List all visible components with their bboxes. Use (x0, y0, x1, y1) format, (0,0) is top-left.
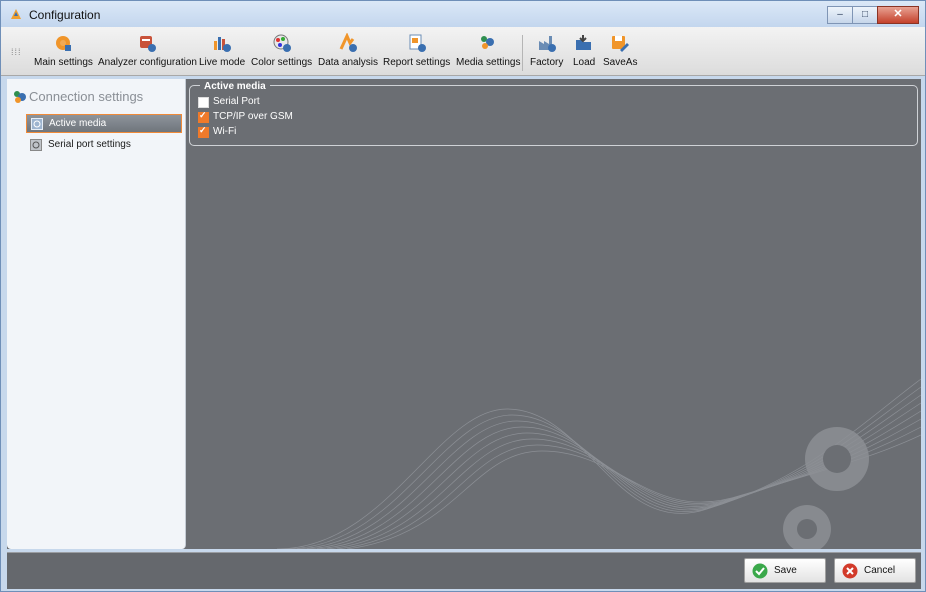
cancel-button[interactable]: Cancel (834, 558, 916, 583)
toolbar: ⁞⁞⁞ Main settings Analyzer configuration… (1, 27, 925, 76)
checkbox-label: TCP/IP over GSM (213, 111, 293, 122)
load-button[interactable]: Load (573, 31, 595, 68)
load-label: Load (573, 57, 596, 68)
live-mode-button[interactable]: Live mode (199, 31, 245, 68)
analyzer-configuration-label: Analyzer configuration (98, 57, 197, 68)
live-mode-label: Live mode (199, 57, 246, 68)
media-icon (481, 36, 495, 49)
active-media-icon (31, 118, 43, 130)
close-button[interactable]: ✕ (877, 6, 919, 24)
save-as-button[interactable]: SaveAs (603, 31, 637, 68)
main-settings-label: Main settings (34, 57, 93, 68)
sidebar: Connection settings Active media Serial … (7, 79, 186, 549)
factory-label: Factory (530, 57, 564, 68)
window-controls: – □ ✕ (827, 6, 919, 24)
data-analysis-icon (339, 33, 358, 52)
checkbox-box[interactable] (198, 110, 209, 123)
maximize-button[interactable]: □ (852, 6, 878, 24)
sidebar-item-serial-port-settings[interactable]: Serial port settings (26, 136, 182, 155)
load-icon (576, 35, 592, 50)
color-settings-label: Color settings (251, 57, 313, 68)
live-mode-icon (214, 37, 232, 52)
close-icon: ✕ (893, 8, 903, 20)
checkbox-label: Serial Port (213, 96, 260, 107)
checkbox-box[interactable] (198, 125, 209, 138)
save-button-label: Save (774, 565, 797, 576)
minimize-button[interactable]: – (827, 6, 853, 24)
sidebar-header-label: Connection settings (29, 89, 144, 104)
toolbar-grip[interactable]: ⁞⁞⁞ (11, 47, 22, 57)
analyzer-icon (140, 36, 157, 52)
checkbox-label: Wi-Fi (213, 126, 237, 137)
gear-icon (56, 36, 72, 51)
report-settings-label: Report settings (383, 57, 451, 68)
save-as-label: SaveAs (603, 57, 638, 68)
main-settings-button[interactable]: Main settings (34, 31, 93, 68)
active-media-group: Active media Serial Port TCP/IP over GSM… (189, 81, 918, 146)
media-settings-button[interactable]: Media settings (456, 31, 520, 68)
serial-port-icon (30, 139, 42, 151)
connection-settings-icon (14, 91, 26, 103)
bottom-bar: Save Cancel (7, 552, 921, 589)
factory-button[interactable]: Factory (530, 31, 563, 68)
maximize-icon: □ (861, 9, 869, 20)
sidebar-item-label: Active media (49, 118, 107, 129)
report-settings-button[interactable]: Report settings (383, 31, 450, 68)
data-analysis-button[interactable]: Data analysis (318, 31, 378, 68)
window-title: Configuration (29, 8, 101, 22)
checkbox-box[interactable] (198, 97, 209, 108)
configuration-window: Configuration – □ ✕ ⁞⁞⁞ Main settings An… (0, 0, 926, 592)
save-as-icon (612, 36, 630, 52)
save-button[interactable]: Save (744, 558, 826, 583)
cancel-icon (842, 563, 858, 579)
analyzer-configuration-button[interactable]: Analyzer configuration (98, 31, 197, 68)
sidebar-item-label: Serial port settings (48, 139, 131, 150)
cancel-button-label: Cancel (864, 565, 896, 576)
color-palette-icon (273, 34, 291, 52)
app-icon (11, 9, 21, 19)
data-analysis-label: Data analysis (318, 57, 379, 68)
report-icon (409, 34, 426, 52)
toolbar-separator (522, 35, 523, 71)
color-settings-button[interactable]: Color settings (251, 31, 312, 68)
title-bar[interactable]: Configuration – □ ✕ (1, 1, 925, 27)
factory-icon (538, 36, 556, 52)
sidebar-item-active-media[interactable]: Active media (26, 114, 182, 133)
media-settings-label: Media settings (456, 57, 521, 68)
minimize-icon: – (837, 9, 843, 20)
active-media-title: Active media (200, 81, 270, 92)
settings-panel: Connection settings Active media Serial … (7, 79, 921, 549)
check-icon (752, 563, 768, 579)
